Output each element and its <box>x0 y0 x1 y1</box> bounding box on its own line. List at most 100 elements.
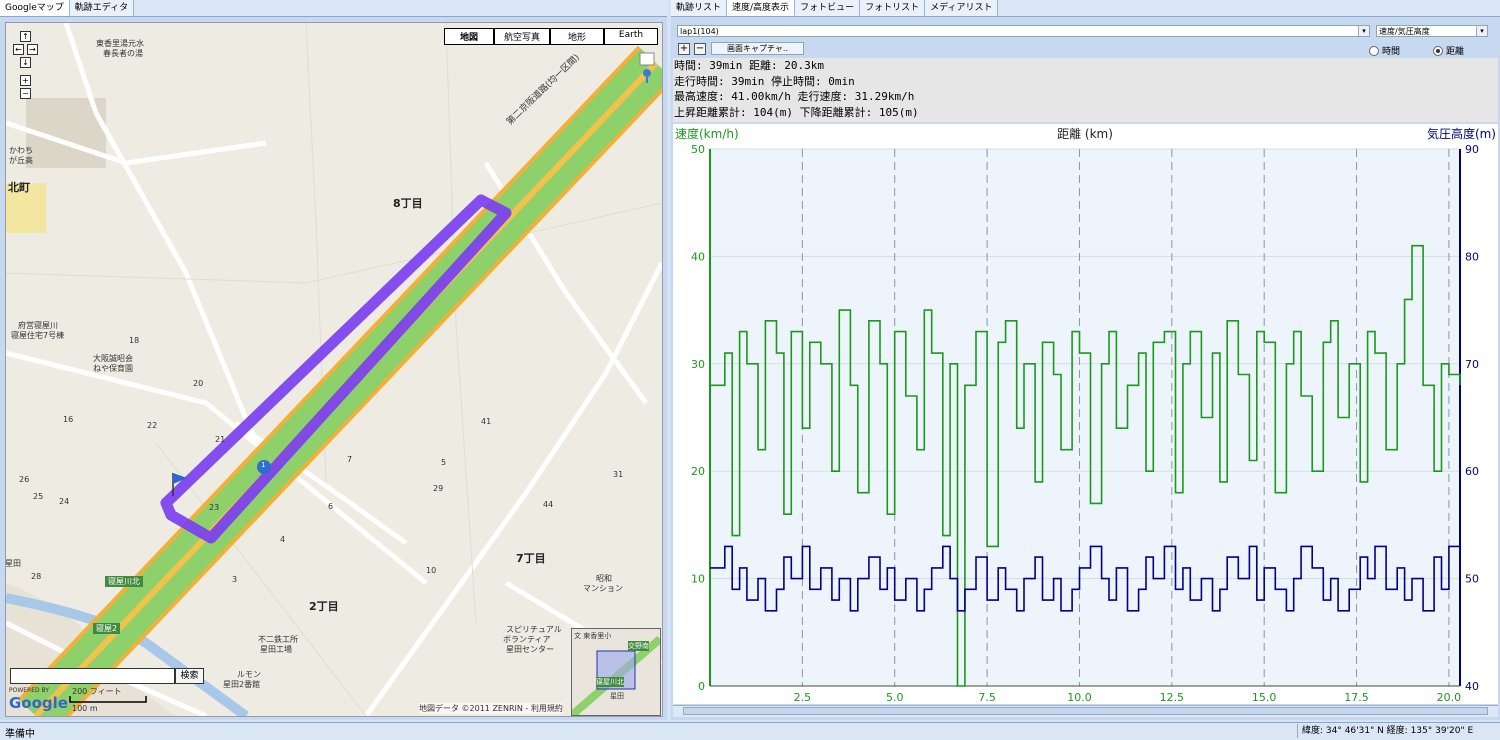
map-label: 4 <box>280 535 286 544</box>
pan-left-icon[interactable]: ← <box>13 44 24 55</box>
lap-select-value: lap1(104) <box>680 27 719 36</box>
minimap-label: 寝屋川北 <box>596 677 624 687</box>
map-label: 29 <box>433 484 444 493</box>
map-label: 21 <box>215 435 226 444</box>
stats-line: 最高速度: 41.00km/h 走行速度: 31.29km/h <box>674 90 915 103</box>
y-tick-label-left: 10 <box>691 573 705 586</box>
cursor-coordinates: 緯度: 34° 46'31" N 経度: 135° 39'20" E <box>1297 724 1477 738</box>
chart-zoom-in-button[interactable]: + <box>678 43 690 55</box>
zoom-out-icon[interactable]: − <box>20 88 31 99</box>
map-lane <box>445 23 477 624</box>
x-tick-label: 12.5 <box>1160 691 1185 704</box>
x-tick-label: 7.5 <box>978 691 996 704</box>
chart-svg: 0 10 20 30 40 50 40 50 60 70 80 90 2.5 5.0 7.5 10.0 12.5… <box>675 126 1496 704</box>
graph-mode-select[interactable]: 速度/気圧高度 ▾ <box>1376 25 1488 37</box>
x-axis-label: 距離 (km) <box>1057 127 1113 141</box>
y-axis-label-right: 気圧高度(m) <box>1427 126 1496 141</box>
map-type-terrain[interactable]: 地形 <box>550 28 604 45</box>
chevron-down-icon[interactable]: ▾ <box>1476 26 1487 36</box>
tab-photo-view[interactable]: フォトビュー <box>795 0 861 16</box>
x-tick-label: 10.0 <box>1067 691 1092 704</box>
map-road <box>63 23 259 444</box>
radio-distance-dot[interactable] <box>1433 45 1443 56</box>
pan-down-icon[interactable]: ↓ <box>20 57 31 68</box>
tab-speed-altitude[interactable]: 速度/高度表示 <box>727 0 796 16</box>
y-tick-label-left: 50 <box>691 143 705 156</box>
map-label: 28 <box>31 572 42 581</box>
stats-line: 上昇距離累計: 104(m) 下降距離累計: 105(m) <box>674 105 919 119</box>
left-tabbar: Googleマップ 軌跡エディタ <box>0 0 667 17</box>
x-tick-label: 17.5 <box>1344 691 1369 704</box>
map-type-earth[interactable]: Earth <box>604 28 658 45</box>
scrollbar-thumb[interactable] <box>683 707 1488 715</box>
map-label: 寝屋川北 <box>105 576 143 587</box>
pan-right-icon[interactable]: → <box>27 44 38 55</box>
stats-line: 時間: 39min 距離: 20.3km <box>674 59 824 72</box>
google-logo: Google <box>9 694 68 712</box>
lap-select[interactable]: lap1(104) ▾ <box>677 25 1370 37</box>
map-type-map[interactable]: 地図 <box>444 28 494 45</box>
map-label: 星田工場 <box>260 645 292 654</box>
screen-capture-button[interactable]: 画面キャプチャ.. <box>711 42 804 55</box>
map-type-aerial[interactable]: 航空写真 <box>494 28 550 45</box>
map-search-button[interactable]: 検索 <box>175 668 204 684</box>
y-tick-label-right: 80 <box>1465 250 1479 263</box>
tab-track-list[interactable]: 軌跡リスト <box>671 0 728 16</box>
map-label: 寝屋住宅7号棟 <box>11 331 65 340</box>
x-tick-label: 15.0 <box>1252 691 1277 704</box>
chevron-down-icon[interactable]: ▾ <box>1358 26 1369 36</box>
map-label: 26 <box>19 475 30 484</box>
map-label: 星田2番館 <box>223 680 261 689</box>
map-label: 16 <box>63 415 74 424</box>
map-label: 23 <box>209 503 220 512</box>
map-label: 5 <box>441 458 447 467</box>
map-label: 春長者の湯 <box>103 49 143 58</box>
map-view[interactable]: 地図 航空写真 地形 Earth ↑ ← → ↓ + − 東香里湯元水 春長者の… <box>5 22 663 717</box>
radio-distance-label: 距離 <box>1446 47 1465 57</box>
map-label: 24 <box>59 497 70 506</box>
map-label: 7 <box>347 455 353 464</box>
y-tick-label-left: 40 <box>691 250 705 263</box>
map-label: 22 <box>147 421 158 430</box>
chart-pane: 軌跡リスト 速度/高度表示 フォトビュー フォトリスト メディアリスト lap1… <box>671 0 1500 720</box>
minimap-label: 交野南 <box>628 641 649 651</box>
map-type-bar: 地図 航空写真 地形 Earth <box>444 28 658 45</box>
radio-time[interactable]: 時間 <box>1369 44 1400 57</box>
map-label: 星田センター <box>506 645 554 654</box>
y-tick-label-left: 0 <box>698 680 705 693</box>
tab-media-list[interactable]: メディアリスト <box>925 0 999 16</box>
y-tick-label-right: 90 <box>1465 143 1479 156</box>
map-label: 18 <box>129 336 140 345</box>
tab-photo-list[interactable]: フォトリスト <box>860 0 926 16</box>
tab-google-map[interactable]: Googleマップ <box>0 0 70 16</box>
x-tick-label: 20.0 <box>1437 691 1462 704</box>
map-label: ねや保育園 <box>93 364 133 373</box>
map-copyright[interactable]: 地図データ ©2011 ZENRIN - 利用規約 <box>419 703 563 714</box>
track-stats: 時間: 39min 距離: 20.3km 走行時間: 39min 停止時間: 0… <box>673 58 1498 122</box>
map-label: 31 <box>613 470 624 479</box>
map-search-input[interactable] <box>10 668 175 684</box>
pan-up-icon[interactable]: ↑ <box>20 31 31 42</box>
radio-time-dot[interactable] <box>1369 45 1379 56</box>
map-label: が丘高 <box>9 156 33 165</box>
map-label: 44 <box>543 500 554 509</box>
radio-distance[interactable]: 距離 <box>1433 44 1464 57</box>
powered-by-label: POWERED BY <box>9 687 50 694</box>
graph-mode-value: 速度/気圧高度 <box>1379 27 1430 36</box>
map-label: 星田 <box>5 559 21 568</box>
map-label: 41 <box>481 417 492 426</box>
radio-time-label: 時間 <box>1382 47 1401 57</box>
chart-scrollbar[interactable] <box>673 705 1498 717</box>
map-label: 3 <box>232 575 238 584</box>
chart-zoom-out-button[interactable]: − <box>694 43 706 55</box>
tab-track-editor[interactable]: 軌跡エディタ <box>69 0 135 16</box>
route-marker-label: 1 <box>261 461 266 469</box>
scale-feet-label: 200 フィート <box>72 687 122 696</box>
y-tick-label-right: 50 <box>1465 573 1479 586</box>
speed-altitude-chart[interactable]: 0 10 20 30 40 50 40 50 60 70 80 90 2.5 5.0 7.5 10.0 12.5… <box>673 124 1498 704</box>
overview-minimap[interactable]: 文 東香里小 交野南 寝屋川北 星田 <box>571 628 661 716</box>
y-tick-label-left: 20 <box>691 465 705 478</box>
map-label: 25 <box>33 492 44 501</box>
zoom-in-icon[interactable]: + <box>20 75 31 86</box>
map-label: マンション <box>583 584 623 593</box>
